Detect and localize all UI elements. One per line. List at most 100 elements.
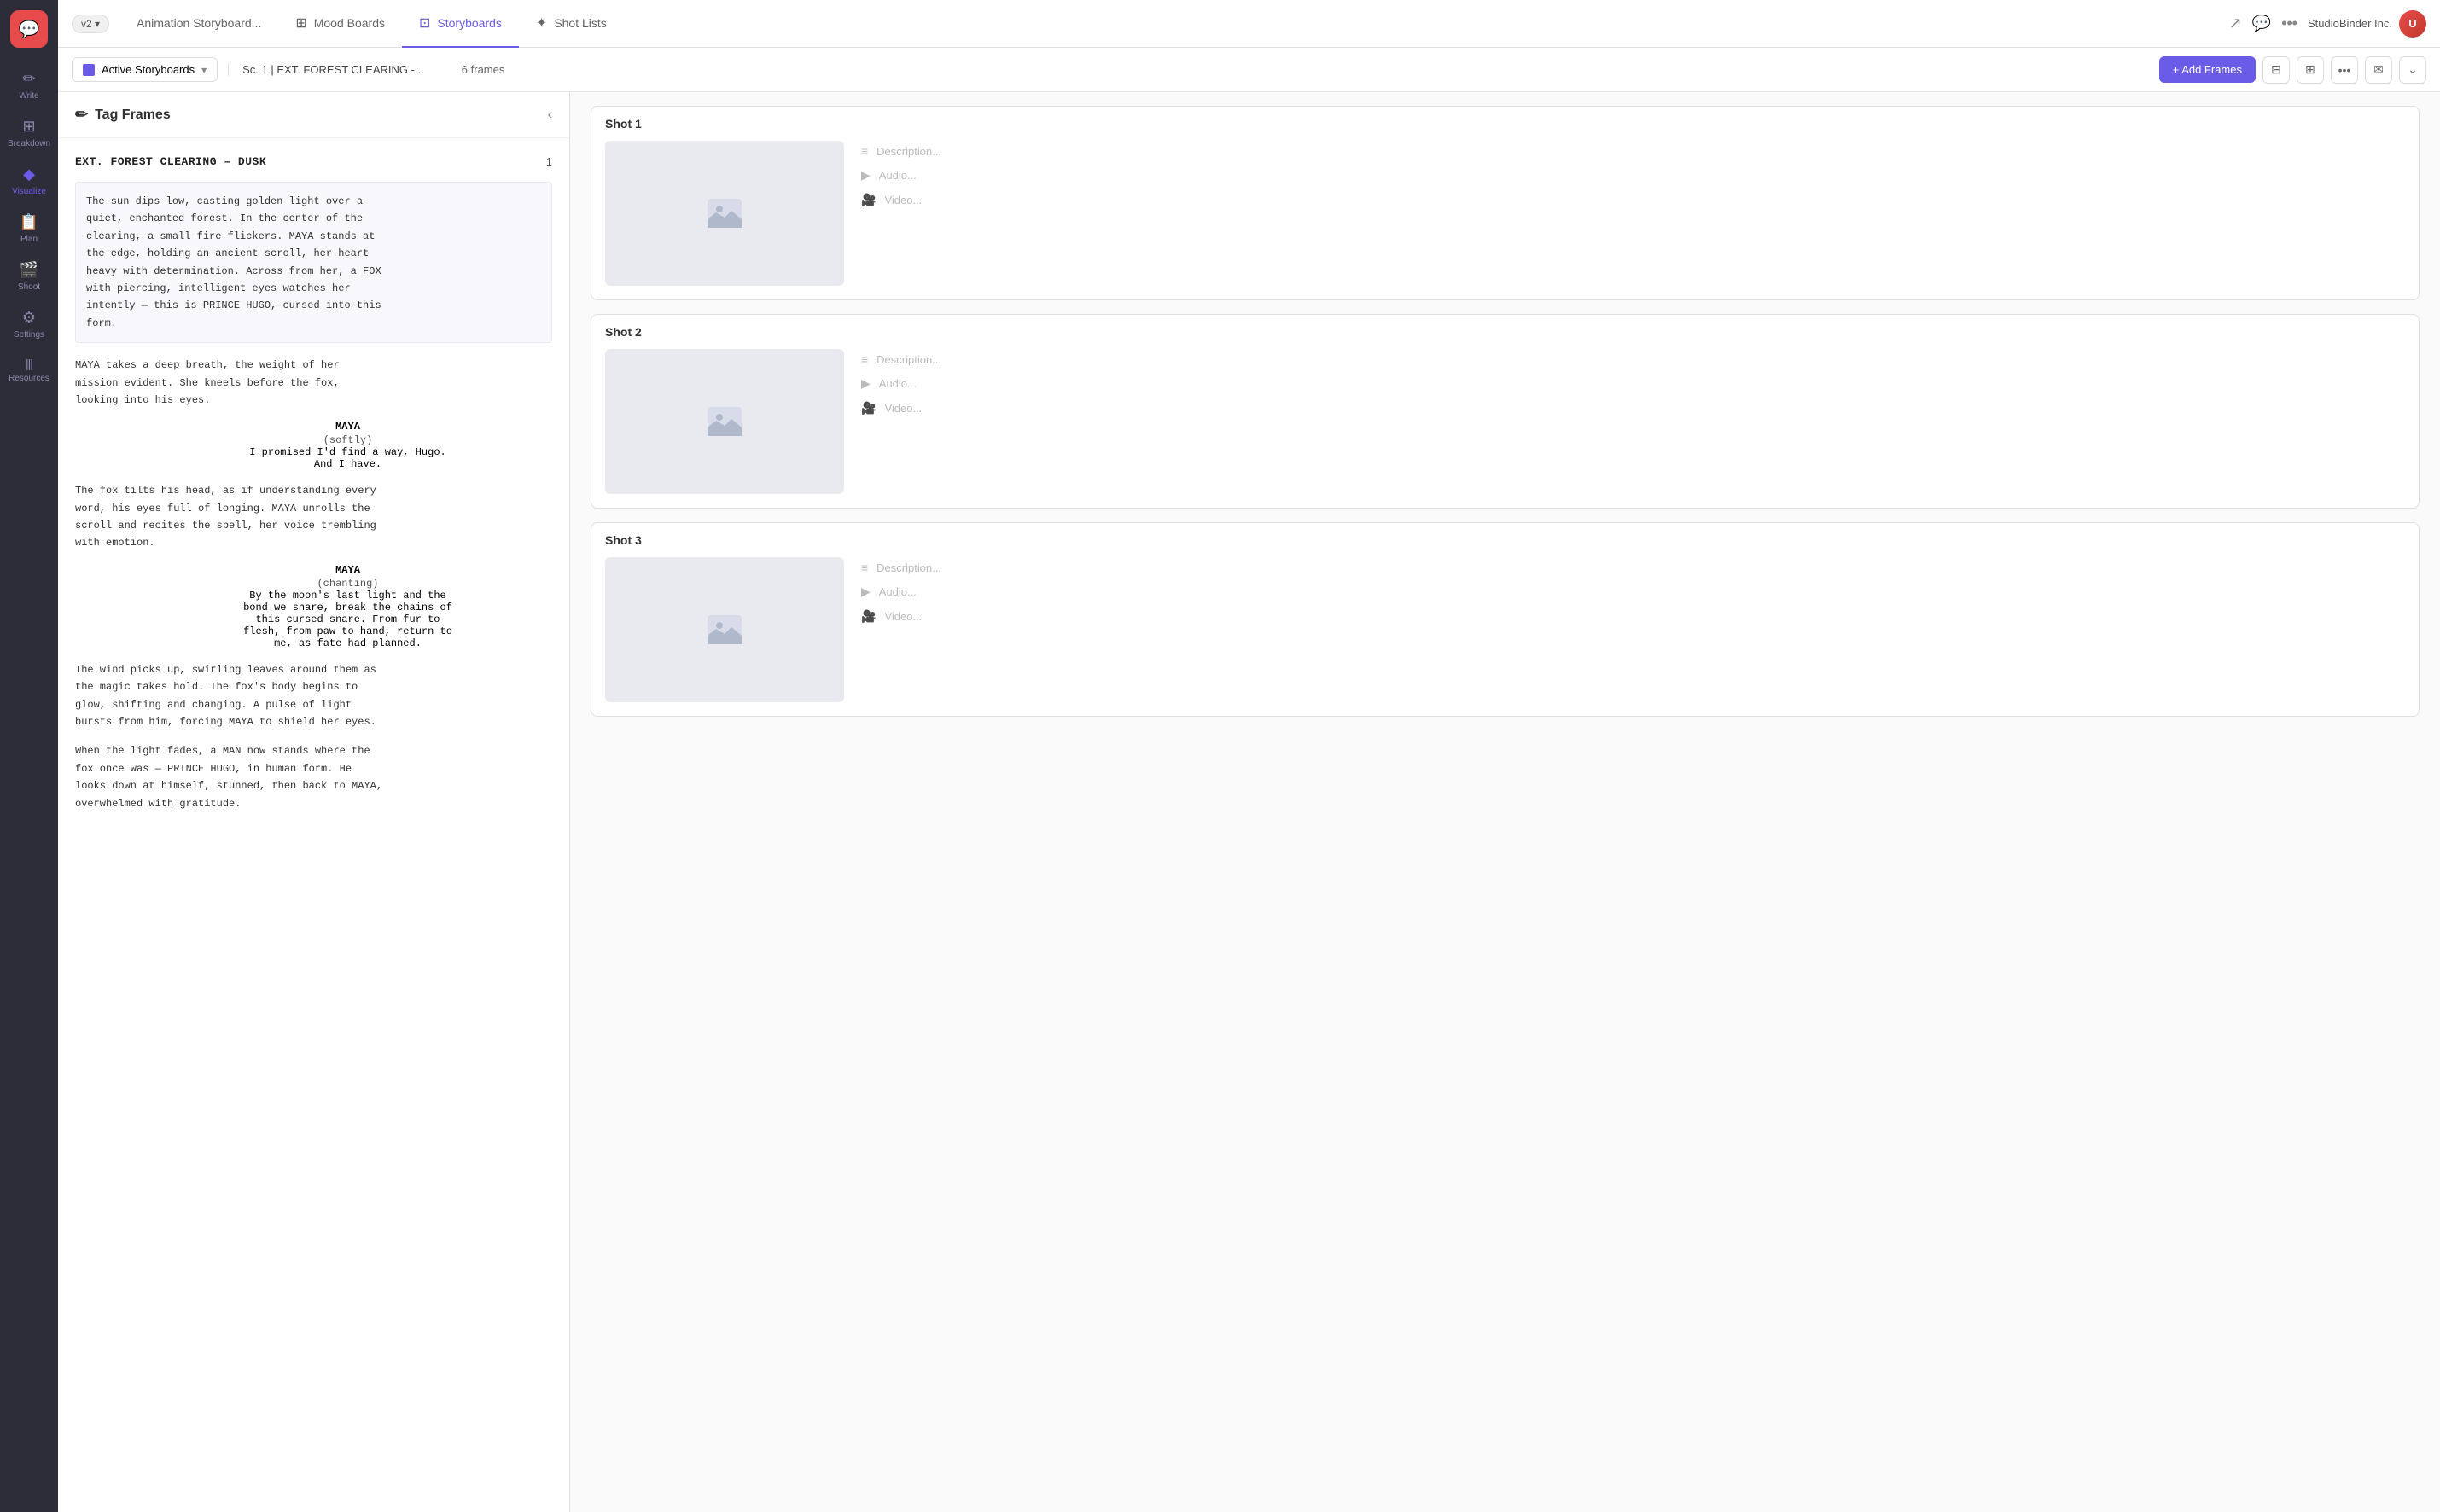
sidebar-label-breakdown: Breakdown	[8, 139, 50, 148]
storyboard-select[interactable]: Active Storyboards ▾	[72, 57, 218, 82]
action-block-4: The wind picks up, swirling leaves aroun…	[75, 661, 552, 731]
storyboard-select-label: Active Storyboards	[102, 63, 195, 76]
shot-2-audio-field[interactable]: ▶ Audio...	[861, 376, 2405, 391]
mood-boards-tab-icon: ⊞	[295, 15, 306, 32]
app-logo[interactable]: 💬	[10, 10, 48, 48]
sidebar-item-plan[interactable]: 📋 Plan	[0, 205, 58, 253]
view-list-icon-btn[interactable]: ⊞	[2297, 56, 2324, 84]
action-block-1: The sun dips low, casting golden light o…	[75, 182, 552, 343]
script-header: ✏ Tag Frames ‹	[58, 92, 569, 138]
resources-icon: |||	[26, 357, 32, 370]
sidebar-label-visualize: Visualize	[12, 187, 46, 196]
shot-3-thumbnail[interactable]	[605, 557, 844, 702]
scene-heading: EXT. FOREST CLEARING – DUSK	[75, 155, 266, 168]
shot-3-description-field[interactable]: ≡ Description...	[861, 561, 2405, 574]
tab-project-name[interactable]: Animation Storyboard...	[119, 0, 278, 48]
sidebar-label-resources: Resources	[9, 374, 49, 383]
description-icon-3: ≡	[861, 561, 868, 574]
video-icon-2: 🎥	[861, 401, 876, 416]
avatar[interactable]: U	[2399, 10, 2426, 38]
shot-1-header: Shot 1	[591, 107, 2419, 141]
chevron-down-icon: ▾	[201, 64, 207, 76]
scene-label: Sc. 1 | EXT. FOREST CLEARING -...	[228, 63, 438, 76]
tab-shot-lists[interactable]: ✦ Shot Lists	[519, 0, 624, 48]
character-name-1: MAYA	[143, 421, 552, 433]
comment-btn[interactable]: ✉	[2365, 56, 2392, 84]
tab-storyboards[interactable]: ⊡ Storyboards	[402, 0, 519, 48]
toolbar: Active Storyboards ▾ Sc. 1 | EXT. FOREST…	[58, 48, 2440, 92]
shot-card-3: Shot 3 ≡ Description...	[591, 522, 2420, 717]
comment-icon[interactable]: 💬	[2252, 15, 2271, 32]
action-block-2: MAYA takes a deep breath, the weight of …	[75, 357, 552, 409]
shot-lists-tab-label: Shot Lists	[554, 16, 606, 30]
parenthetical-2: (chanting)	[143, 578, 552, 590]
add-frames-button[interactable]: + Add Frames	[2159, 56, 2256, 83]
mood-boards-tab-label: Mood Boards	[314, 16, 385, 30]
shot-1-fields: ≡ Description... ▶ Audio... 🎥 Video...	[861, 141, 2405, 286]
share-icon[interactable]: ↗	[2229, 15, 2242, 32]
comment-toolbar-icon: ✉	[2373, 62, 2384, 77]
shot-2-video-placeholder: Video...	[884, 402, 922, 415]
content-area: ✏ Tag Frames ‹ EXT. FOREST CLEARING – DU…	[58, 92, 2440, 1512]
video-icon: 🎥	[861, 193, 876, 207]
user-badge: StudioBinder Inc. U	[2308, 10, 2426, 38]
action-block-3: The fox tilts his head, as if understand…	[75, 482, 552, 552]
shot-3-fields: ≡ Description... ▶ Audio... 🎥 Video...	[861, 557, 2405, 702]
list-icon: ⊞	[2305, 62, 2315, 77]
grid-icon: ⊟	[2271, 62, 2281, 77]
sidebar-item-visualize[interactable]: ◆ Visualize	[0, 157, 58, 205]
storyboards-tab-icon: ⊡	[419, 15, 430, 32]
shot-1-description-field[interactable]: ≡ Description...	[861, 144, 2405, 158]
tag-frames-icon: ✏	[75, 106, 88, 124]
sidebar-item-resources[interactable]: ||| Resources	[0, 348, 58, 392]
version-badge[interactable]: v2 ▾	[72, 15, 109, 33]
description-icon: ≡	[861, 144, 868, 158]
shot-2-description-field[interactable]: ≡ Description...	[861, 352, 2405, 366]
shot-card-2: Shot 2 ≡ Description...	[591, 314, 2420, 509]
shot-1-thumbnail[interactable]	[605, 141, 844, 286]
shot-3-body: ≡ Description... ▶ Audio... 🎥 Video...	[591, 557, 2419, 716]
shot-1-body: ≡ Description... ▶ Audio... 🎥 Video...	[591, 141, 2419, 299]
tabbar-right: ↗ 💬 ••• StudioBinder Inc. U	[2229, 10, 2426, 38]
version-label: v2 ▾	[81, 18, 100, 30]
shoot-icon: 🎬	[20, 261, 38, 279]
sidebar-item-write[interactable]: ✏ Write	[0, 61, 58, 109]
audio-icon-3: ▶	[861, 584, 871, 599]
sidebar-item-breakdown[interactable]: ⊞ Breakdown	[0, 109, 58, 157]
shot-3-video-field[interactable]: 🎥 Video...	[861, 609, 2405, 624]
shot-1-audio-field[interactable]: ▶ Audio...	[861, 168, 2405, 183]
storyboard-select-icon	[83, 64, 95, 76]
action-block-5: When the light fades, a MAN now stands w…	[75, 742, 552, 812]
main-area: v2 ▾ Animation Storyboard... ⊞ Mood Boar…	[58, 0, 2440, 1512]
shot-2-thumbnail[interactable]	[605, 349, 844, 494]
shot-3-audio-field[interactable]: ▶ Audio...	[861, 584, 2405, 599]
more-options-btn[interactable]: •••	[2331, 56, 2358, 84]
scene-number: 1	[546, 155, 552, 168]
sidebar-item-shoot[interactable]: 🎬 Shoot	[0, 253, 58, 300]
character-name-2: MAYA	[143, 564, 552, 576]
tab-mood-boards[interactable]: ⊞ Mood Boards	[278, 0, 402, 48]
collapse-button[interactable]: ‹	[548, 108, 552, 123]
description-icon-2: ≡	[861, 352, 868, 366]
settings-icon: ⚙	[22, 309, 36, 327]
shot-2-fields: ≡ Description... ▶ Audio... 🎥 Video...	[861, 349, 2405, 494]
shot-1-video-field[interactable]: 🎥 Video...	[861, 193, 2405, 207]
view-grid-icon-btn[interactable]: ⊟	[2262, 56, 2290, 84]
shot-2-body: ≡ Description... ▶ Audio... 🎥 Video...	[591, 349, 2419, 508]
shot-2-description-placeholder: Description...	[876, 353, 941, 366]
sidebar-item-settings[interactable]: ⚙ Settings	[0, 300, 58, 348]
dialogue-text-2: By the moon's last light and the bond we…	[143, 590, 552, 649]
sidebar: 💬 ✏ Write ⊞ Breakdown ◆ Visualize 📋 Plan…	[0, 0, 58, 1512]
sidebar-label-write: Write	[19, 91, 38, 101]
script-header-title: ✏ Tag Frames	[75, 106, 171, 124]
video-icon-3: 🎥	[861, 609, 876, 624]
dropdown-btn[interactable]: ⌄	[2399, 56, 2426, 84]
dialogue-text-1: I promised I'd find a way, Hugo. And I h…	[143, 446, 552, 470]
action-text-1: The sun dips low, casting golden light o…	[86, 195, 381, 329]
write-icon: ✏	[22, 70, 35, 88]
more-icon[interactable]: •••	[2281, 15, 2297, 32]
plan-icon: 📋	[20, 213, 38, 231]
shot-2-video-field[interactable]: 🎥 Video...	[861, 401, 2405, 416]
shot-3-video-placeholder: Video...	[884, 610, 922, 623]
logo-icon: 💬	[19, 19, 40, 40]
